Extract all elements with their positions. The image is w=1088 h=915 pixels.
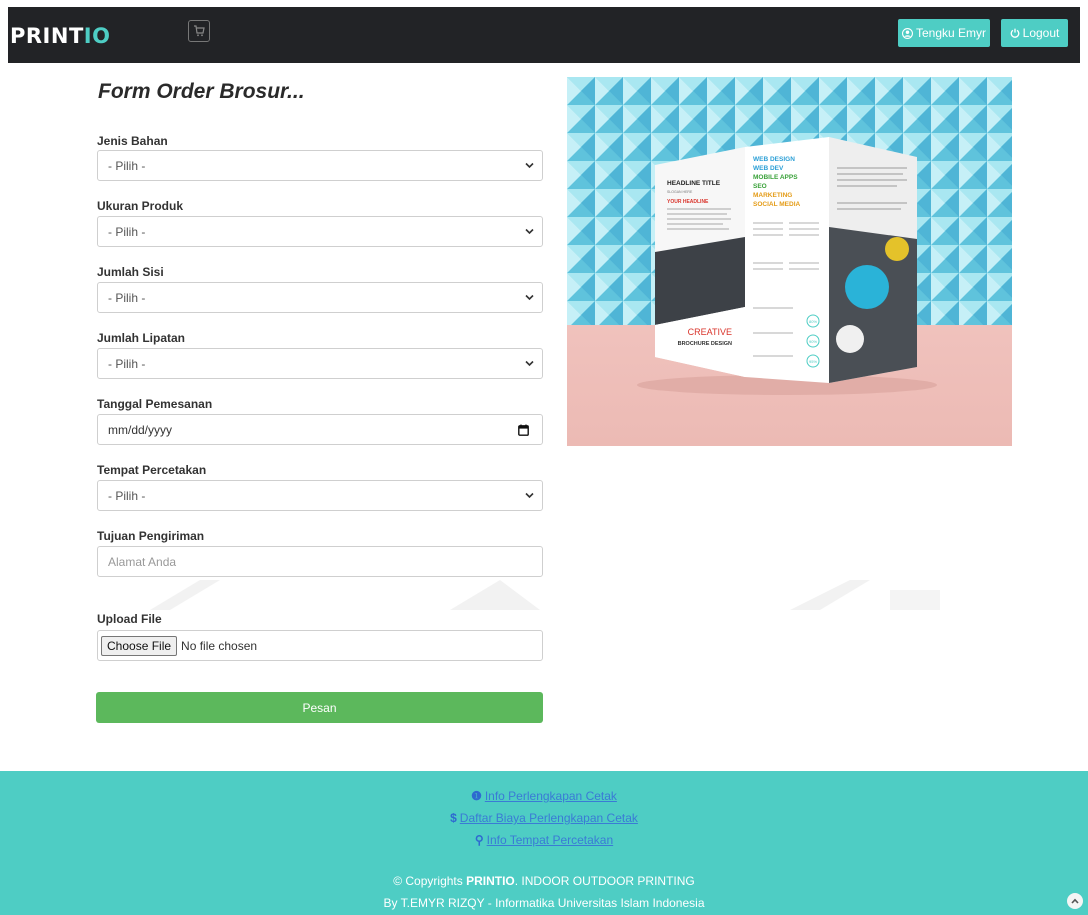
info-icon: ❶ <box>471 789 482 803</box>
chevron-down-icon <box>525 492 534 499</box>
chevron-down-icon <box>525 360 534 367</box>
label-jenis-bahan: Jenis Bahan <box>97 134 168 148</box>
jumlah-lipatan-value: - Pilih - <box>108 356 146 371</box>
label-tujuan-pengiriman: Tujuan Pengiriman <box>97 529 205 543</box>
user-circle-icon <box>901 27 913 39</box>
service-3: SEO <box>753 183 767 190</box>
tanggal-placeholder: mm/dd/yyyy <box>108 422 173 437</box>
label-ukuran-produk: Ukuran Produk <box>97 199 184 213</box>
power-icon <box>1010 28 1020 38</box>
label-jumlah-sisi: Jumlah Sisi <box>97 265 164 279</box>
tempat-percetakan-select[interactable]: - Pilih - <box>97 480 543 511</box>
footer-credit: By T.EMYR RIZQY - Informatika Universita… <box>383 896 705 910</box>
jumlah-sisi-value: - Pilih - <box>108 290 146 305</box>
choose-file-button[interactable]: Choose File <box>101 635 178 656</box>
copyright-brand: PRINTIO <box>466 874 515 888</box>
service-0: WEB DESIGN <box>753 156 795 163</box>
jumlah-sisi-select[interactable]: - Pilih - <box>97 282 543 313</box>
brand-logo[interactable]: PRINTIO <box>10 24 110 48</box>
dollar-icon: $ <box>450 811 457 825</box>
jenis-bahan-value: - Pilih - <box>108 158 146 173</box>
pesan-button[interactable]: Pesan <box>96 692 543 723</box>
chevron-down-icon <box>525 162 534 169</box>
brochure-creative: CREATIVE <box>688 327 732 337</box>
jumlah-lipatan-select[interactable]: - Pilih - <box>97 348 543 379</box>
footer-link-tempat-label: Info Tempat Percetakan <box>486 833 614 847</box>
service-4: MARKETING <box>753 192 792 199</box>
cart-button[interactable] <box>188 20 210 42</box>
service-5: SOCIAL MEDIA <box>753 201 800 208</box>
footer-link-info-label: Info Perlengkapan Cetak <box>484 789 617 803</box>
user-button[interactable]: Tengku Emyr <box>898 19 990 47</box>
brand-text-main: PRINT <box>10 24 84 48</box>
tanggal-pemesanan-input[interactable]: mm/dd/yyyy <box>97 414 543 445</box>
footer-link-biaya[interactable]: $ Daftar Biaya Perlengkapan Cetak <box>0 811 1088 825</box>
jenis-bahan-select[interactable]: - Pilih - <box>97 150 543 181</box>
label-upload-file: Upload File <box>97 612 162 626</box>
brochure-headline-title: HEADLINE TITLE <box>667 180 721 187</box>
chevron-down-icon <box>525 228 534 235</box>
navbar: PRINTIO Tengku Emyr Logout <box>8 7 1080 63</box>
scroll-top-button[interactable] <box>1067 893 1083 909</box>
service-2: MOBILE APPS <box>753 174 798 181</box>
footer-link-tempat[interactable]: ⚲ Info Tempat Percetakan <box>0 833 1088 847</box>
footer-copyright: © Copyrights PRINTIO. INDOOR OUTDOOR PRI… <box>0 874 1088 888</box>
chevron-down-icon <box>525 294 534 301</box>
form-title: Form Order Brosur... <box>98 80 305 103</box>
label-tempat-percetakan: Tempat Percetakan <box>97 463 207 477</box>
chevron-up-icon <box>1071 898 1079 904</box>
tempat-percetakan-value: - Pilih - <box>108 488 146 503</box>
brand-text-accent: IO <box>83 24 111 48</box>
logout-button[interactable]: Logout <box>1001 19 1068 47</box>
file-status: No file chosen <box>181 638 258 653</box>
brochure-percent-0: 80% <box>809 319 817 324</box>
user-name: Tengku Emyr <box>915 26 987 40</box>
copyright-suffix: . INDOOR OUTDOOR PRINTING <box>514 874 695 888</box>
ukuran-produk-select[interactable]: - Pilih - <box>97 216 543 247</box>
ukuran-produk-value: - Pilih - <box>108 224 146 239</box>
service-1: WEB DEV <box>753 165 784 172</box>
brochure-design: BROCHURE DESIGN <box>678 341 732 347</box>
label-tanggal-pemesanan: Tanggal Pemesanan <box>97 397 213 411</box>
brochure-slogan: SLOGAN HERE <box>667 190 693 194</box>
calendar-icon[interactable] <box>518 424 529 436</box>
footer: ❶ Info Perlengkapan Cetak $ Daftar Biaya P… <box>0 771 1088 915</box>
brochure-image: HEADLINE TITLE SLOGAN HERE YOUR HEADLINE… <box>567 77 1012 446</box>
footer-link-biaya-label: Daftar Biaya Perlengkapan Cetak <box>459 811 638 825</box>
brochure-percent-2: 95% <box>809 359 817 364</box>
logout-label: Logout <box>1022 26 1060 40</box>
upload-file-input[interactable]: Choose File No file chosen <box>97 630 543 661</box>
map-marker-icon: ⚲ <box>474 833 484 847</box>
label-jumlah-lipatan: Jumlah Lipatan <box>97 331 186 345</box>
tujuan-placeholder: Alamat Anda <box>108 554 177 569</box>
brochure-illustration: HEADLINE TITLE SLOGAN HERE YOUR HEADLINE… <box>567 77 1012 446</box>
cart-icon <box>194 25 205 37</box>
brochure-your-headline: YOUR HEADLINE <box>667 199 709 205</box>
watermark-graphic <box>150 580 940 610</box>
copyright-prefix: © Copyrights <box>393 874 467 888</box>
footer-link-info[interactable]: ❶ Info Perlengkapan Cetak <box>0 789 1088 803</box>
brochure-percent-1: 90% <box>809 339 817 344</box>
tujuan-pengiriman-input[interactable]: Alamat Anda <box>97 546 543 577</box>
